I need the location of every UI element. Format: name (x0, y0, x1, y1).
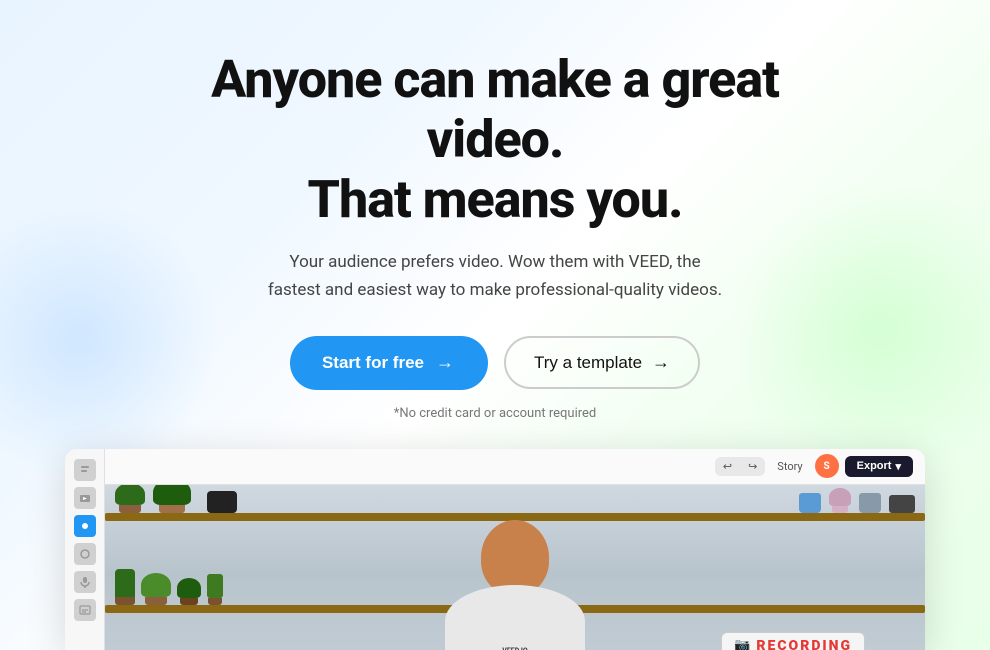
video-placeholder: VEED.IO 📷 RECORDING Good day everyone! M… (105, 485, 925, 650)
export-button[interactable]: Export ▾ (845, 456, 913, 477)
recording-text: RECORDING (756, 638, 852, 650)
undo-button[interactable]: ↩ (715, 457, 740, 476)
app-main: ↩ ↪ Story S Export ▾ (105, 449, 925, 650)
story-label: Story (771, 460, 808, 473)
hero-title: Anyone can make a great video. That mean… (145, 50, 845, 229)
cta-primary-label: Start for free (322, 353, 424, 373)
toolbar-icon-audio[interactable] (74, 571, 96, 593)
cta-buttons: Start for free → Try a template → (290, 336, 700, 390)
arrow-right-icon-secondary: → (652, 352, 670, 373)
app-video-area: VEED.IO 📷 RECORDING Good day everyone! M… (105, 485, 925, 650)
topbar-undo-redo: ↩ ↪ (715, 457, 765, 476)
toolbar-icon-text[interactable] (74, 459, 96, 481)
toolbar-icon-shapes[interactable] (74, 543, 96, 565)
start-for-free-button[interactable]: Start for free → (290, 336, 488, 390)
recording-badge: 📷 RECORDING (721, 632, 865, 650)
user-avatar: S (815, 454, 839, 478)
page-wrapper: Anyone can make a great video. That mean… (0, 0, 990, 650)
no-credit-card-notice: *No credit card or account required (394, 406, 597, 421)
toolbar-dot (82, 523, 88, 529)
camera-icon: 📷 (734, 638, 750, 650)
video-scene: VEED.IO 📷 RECORDING Good day everyone! M… (105, 485, 925, 650)
hero-subtitle: Your audience prefers video. Wow them wi… (265, 249, 725, 303)
toolbar-icon-media[interactable] (74, 487, 96, 509)
try-template-button[interactable]: Try a template → (504, 336, 700, 389)
video-person: VEED.IO (415, 525, 615, 650)
chevron-down-icon: ▾ (895, 460, 901, 473)
topbar-controls: ↩ ↪ Story S Export ▾ (715, 454, 913, 478)
arrow-right-icon: → (434, 352, 456, 374)
cta-secondary-label: Try a template (534, 353, 642, 373)
redo-button[interactable]: ↪ (740, 457, 765, 476)
app-topbar: ↩ ↪ Story S Export ▾ (105, 449, 925, 485)
toolbar-icon-record[interactable] (74, 515, 96, 537)
hero-section: Anyone can make a great video. That mean… (0, 0, 990, 449)
toolbar-icon-subtitle[interactable] (74, 599, 96, 621)
export-label: Export (857, 460, 892, 472)
app-toolbar-left (65, 449, 105, 650)
app-preview: ↩ ↪ Story S Export ▾ (65, 449, 925, 650)
